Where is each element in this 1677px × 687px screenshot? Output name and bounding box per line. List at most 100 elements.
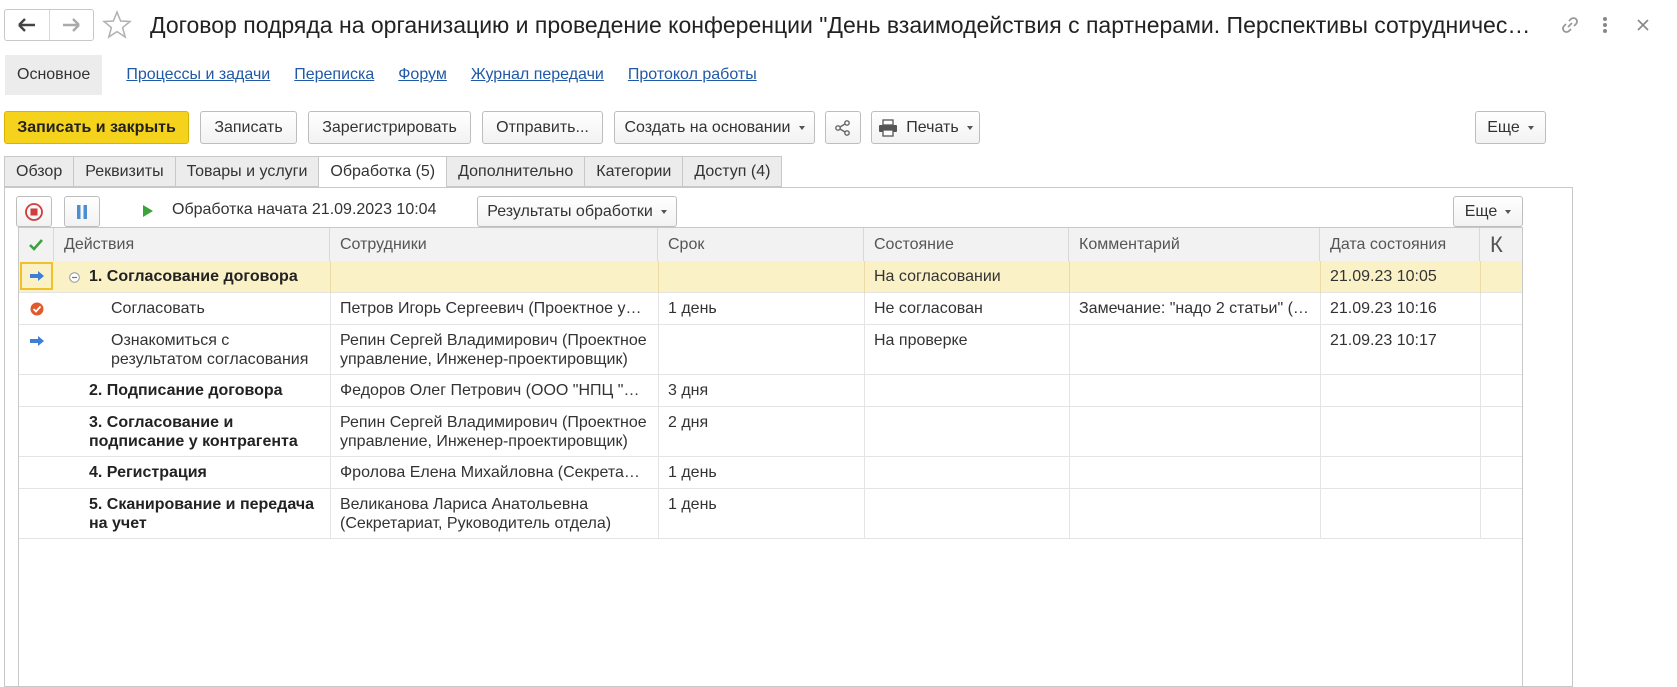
grid-header: Действия Сотрудники Срок Состояние Комме… <box>19 228 1522 262</box>
employee-cell: Репин Сергей Владимирович (Проектное упр… <box>340 414 647 450</box>
tab-label: Доступ (4) <box>694 162 771 180</box>
save-close-button[interactable]: Записать и закрыть <box>4 111 189 144</box>
tab-label: Дополнительно <box>458 162 574 180</box>
printer-icon <box>879 118 898 137</box>
chevron-down-icon <box>1505 209 1512 214</box>
more-button[interactable]: Еще <box>1475 111 1546 144</box>
state-cell: На проверке <box>874 332 968 349</box>
window-title: Договор подряда на организацию и проведе… <box>150 12 1540 38</box>
employee-cell: Петров Игорь Сергеевич (Проектное управл… <box>340 300 658 317</box>
table-row[interactable]: 4. Регистрация Фролова Елена Михайловна … <box>19 457 1522 489</box>
close-button[interactable] <box>1630 12 1656 38</box>
processing-more-button[interactable]: Еще <box>1453 196 1523 227</box>
pause-button[interactable] <box>64 196 100 227</box>
print-button[interactable]: Печать <box>871 111 980 144</box>
stop-icon <box>25 202 43 221</box>
action-cell: 2. Подписание договора <box>89 382 283 399</box>
date-cell: 21.09.23 10:05 <box>1330 268 1437 285</box>
processing-status: Обработка начата 21.09.2023 10:04 <box>172 201 437 218</box>
arrow-right-icon <box>29 271 44 281</box>
tab-label: Обработка (5) <box>330 163 436 180</box>
table-row[interactable]: Согласовать Петров Игорь Сергеевич (Прое… <box>19 293 1522 325</box>
table-row[interactable]: 3. Согласование и подписание у контраген… <box>19 407 1522 457</box>
header-extra[interactable]: К <box>1480 228 1522 261</box>
table-row[interactable]: Ознакомиться с результатом согласования … <box>19 325 1522 375</box>
action-cell: 5. Сканирование и передача на учет <box>89 496 315 532</box>
term-cell: 1 день <box>668 496 717 513</box>
date-cell: 21.09.23 10:17 <box>1330 332 1437 349</box>
employee-cell: Федоров Олег Петрович (ООО "НПЦ "Меридиа… <box>340 382 658 399</box>
nav-transfer-log[interactable]: Журнал передачи <box>471 66 604 84</box>
close-icon <box>1637 19 1649 31</box>
tab-processing[interactable]: Обработка (5) <box>318 156 447 188</box>
forward-button[interactable] <box>48 10 94 40</box>
more-label: Еще <box>1464 202 1498 220</box>
header-state-date[interactable]: Дата состояния <box>1320 228 1480 261</box>
tab-label: Товары и услуги <box>186 162 308 180</box>
share-button[interactable] <box>825 111 861 144</box>
nav-forum[interactable]: Форум <box>398 66 447 84</box>
tab-label: Реквизиты <box>85 162 164 180</box>
header-state[interactable]: Состояние <box>864 228 1069 261</box>
tab-details[interactable]: Реквизиты <box>73 156 175 187</box>
header-employees[interactable]: Сотрудники <box>330 228 658 261</box>
header-actions[interactable]: Действия <box>54 228 330 261</box>
play-icon <box>143 205 153 217</box>
tab-access[interactable]: Доступ (4) <box>682 156 783 187</box>
row-status-cell <box>20 262 53 290</box>
tab-categories[interactable]: Категории <box>584 156 683 187</box>
chevron-down-icon <box>798 125 805 130</box>
more-menu-button[interactable] <box>1592 12 1618 38</box>
star-icon <box>102 9 132 39</box>
save-close-label: Записать и закрыть <box>17 118 176 136</box>
action-cell: Ознакомиться с результатом согласования <box>111 332 309 368</box>
form-tabs: Обзор Реквизиты Товары и услуги Обработк… <box>4 156 783 188</box>
share-icon <box>835 119 850 136</box>
link-button[interactable] <box>1557 12 1583 38</box>
tab-additional[interactable]: Дополнительно <box>446 156 585 187</box>
back-button[interactable] <box>5 10 49 40</box>
save-button[interactable]: Записать <box>200 111 297 144</box>
results-label: Результаты обработки <box>487 202 653 220</box>
nav-processes-tasks[interactable]: Процессы и задачи <box>126 66 270 84</box>
action-cell: 3. Согласование и подписание у контраген… <box>89 414 298 450</box>
chevron-down-icon <box>660 209 667 214</box>
tab-overview[interactable]: Обзор <box>4 156 74 187</box>
create-based-label: Создать на основании <box>624 118 791 136</box>
nav-work-protocol[interactable]: Протокол работы <box>628 66 757 84</box>
term-cell: 1 день <box>668 300 717 317</box>
stop-button[interactable] <box>16 196 52 227</box>
header-check-column[interactable] <box>19 228 54 261</box>
send-button[interactable]: Отправить... <box>482 111 603 144</box>
employee-cell: Великанова Лариса Анатольевна (Секретари… <box>340 496 612 532</box>
arrow-left-icon <box>17 18 35 32</box>
print-label: Печать <box>906 118 959 136</box>
form-navigation: Основное Процессы и задачи Переписка Фор… <box>0 55 781 95</box>
nav-main[interactable]: Основное <box>5 55 103 95</box>
chevron-down-icon <box>1527 125 1534 130</box>
employee-cell: Фролова Елена Михайловна (Секретариат, С… <box>340 464 658 481</box>
state-cell: Не согласован <box>874 300 983 317</box>
table-row[interactable]: 1. Согласование договора На согласовании… <box>19 261 1522 293</box>
register-label: Зарегистрировать <box>322 118 457 136</box>
rejected-status-icon <box>30 302 44 316</box>
processing-results-button[interactable]: Результаты обработки <box>477 196 677 227</box>
tab-label: Категории <box>596 162 672 180</box>
register-button[interactable]: Зарегистрировать <box>308 111 471 144</box>
check-icon <box>29 238 43 251</box>
tab-goods-services[interactable]: Товары и услуги <box>174 156 319 187</box>
table-row[interactable]: 2. Подписание договора Федоров Олег Петр… <box>19 375 1522 407</box>
send-label: Отправить... <box>496 118 589 136</box>
action-cell: 1. Согласование договора <box>89 268 298 285</box>
history-nav <box>4 9 94 41</box>
table-row[interactable]: 5. Сканирование и передача на учет Велик… <box>19 489 1522 539</box>
nav-correspondence[interactable]: Переписка <box>294 66 374 84</box>
arrow-right-icon <box>63 18 81 32</box>
vertical-dots-icon <box>1603 17 1607 33</box>
header-comment[interactable]: Комментарий <box>1069 228 1320 261</box>
link-icon <box>1562 17 1578 33</box>
employee-cell: Репин Сергей Владимирович (Проектное упр… <box>340 332 647 368</box>
header-term[interactable]: Срок <box>658 228 864 261</box>
create-based-on-button[interactable]: Создать на основании <box>614 111 815 144</box>
favorite-button[interactable] <box>102 9 132 40</box>
